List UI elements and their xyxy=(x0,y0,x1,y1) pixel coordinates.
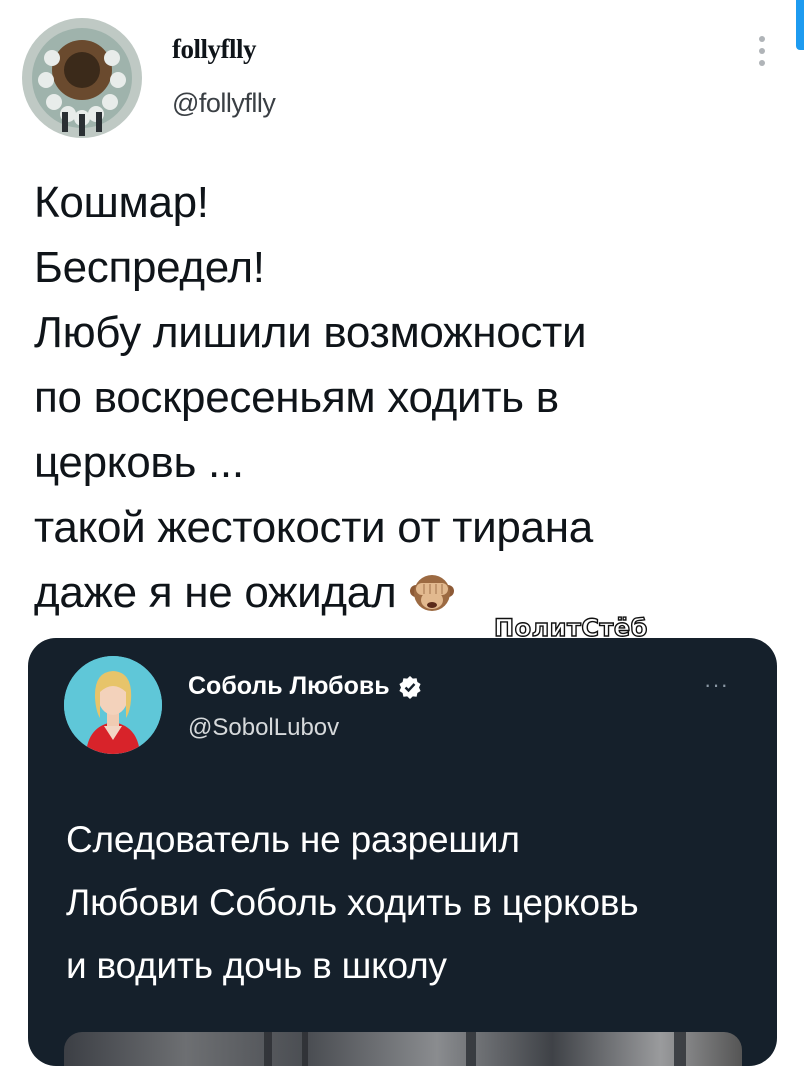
quoted-author-name-text: Соболь Любовь xyxy=(188,672,390,700)
tweet-line: Беспредел! xyxy=(34,243,265,292)
quoted-media-preview[interactable] xyxy=(64,1032,742,1066)
quoted-author-avatar[interactable] xyxy=(64,656,162,754)
author-avatar[interactable] xyxy=(22,18,142,138)
quoted-tweet-card[interactable]: Соболь Любовь @SobolLubov ··· Следовател… xyxy=(28,638,777,1066)
tweet-line: Кошмар! xyxy=(34,178,209,227)
quoted-author-name[interactable]: Соболь Любовь xyxy=(188,672,422,701)
tweet-line: церковь ... xyxy=(34,438,244,487)
tweet-line: по воскресеньям ходить в xyxy=(34,373,559,422)
tweet-line-last: даже я не ожидал xyxy=(34,560,774,635)
tweet-text: Кошмар! Беспредел! Любу лишили возможнос… xyxy=(34,170,774,635)
quoted-more-options-icon[interactable]: ··· xyxy=(704,672,729,698)
tweet-line: такой жестокости от тирана xyxy=(34,503,593,552)
verified-badge-icon xyxy=(399,675,421,699)
more-options-icon[interactable] xyxy=(752,36,772,76)
quoted-tweet-text: Следователь не разрешил Любови Соболь хо… xyxy=(66,808,766,997)
author-display-name[interactable]: follyflly xyxy=(172,34,257,65)
author-handle[interactable]: @follyflly xyxy=(172,88,276,119)
quoted-line: Любови Соболь ходить в церковь xyxy=(66,882,639,923)
quoted-author-handle[interactable]: @SobolLubov xyxy=(188,714,339,742)
quoted-line: Следователь не разрешил xyxy=(66,819,520,860)
see-no-evil-monkey-icon xyxy=(408,569,456,635)
scroll-indicator[interactable] xyxy=(796,0,804,50)
quoted-line: и водить дочь в школу xyxy=(66,945,447,986)
tweet-line-text: даже я не ожидал xyxy=(34,568,397,617)
tweet-line: Любу лишили возможности xyxy=(34,308,587,357)
